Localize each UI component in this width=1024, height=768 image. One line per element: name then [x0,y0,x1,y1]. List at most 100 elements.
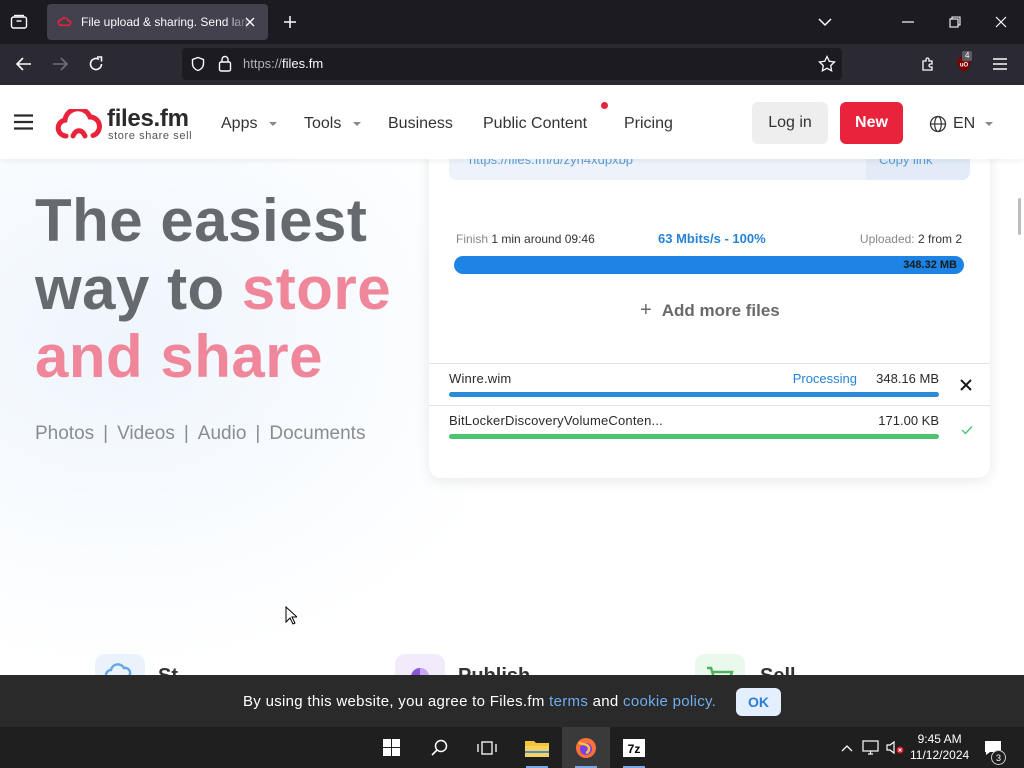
hero-line-2: way to store [35,255,392,322]
upload-card: https://files.fm/u/zyn4xdpxbp Copy link … [429,159,990,478]
reload-icon[interactable] [86,54,106,74]
notification-dot [601,102,608,109]
restore-icon[interactable] [945,12,965,32]
hero-line-3: and share [35,323,323,390]
sell-feature-icon [695,654,745,675]
files-fm-favicon-icon [57,17,72,27]
close-window-icon[interactable] [991,12,1011,32]
globe-icon [929,115,947,133]
search-icon[interactable] [424,727,454,768]
network-icon[interactable] [860,727,880,768]
site-menu-icon[interactable] [14,114,34,132]
cookie-ok-button[interactable]: OK [736,688,781,716]
address-bar[interactable]: https://files.fm [182,48,842,80]
finish-estimate: Finish 1 min around 09:46 [456,232,595,246]
language-label: EN [953,115,976,132]
category-photos[interactable]: Photos [35,423,94,444]
nav-business[interactable]: Business [388,115,453,133]
total-progress-bar: 348.32 MB [454,256,964,274]
cancel-file-icon[interactable] [959,378,973,392]
copy-link-button[interactable]: Copy link [866,159,970,180]
feature-publish-title: Publish [458,665,530,675]
add-more-files-button[interactable]: + Add more files [640,299,780,322]
new-tab-icon[interactable] [280,12,300,32]
svg-text:uO: uO [960,63,969,69]
volume-muted-icon[interactable] [884,727,906,768]
file-explorer-icon[interactable] [513,727,561,768]
firefox-taskbar-icon[interactable] [562,727,610,768]
feature-sell-title: Sell [760,665,796,675]
cookie-message: By using this website, you agree to File… [243,693,717,710]
cloud-logo-icon [55,109,102,139]
file-size: 171.00 KB [878,413,939,428]
hero-line-1: The easiest [35,187,368,254]
feature-store-title: St [158,665,178,675]
list-tabs-icon[interactable] [815,12,835,32]
hamburger-menu-icon[interactable] [990,54,1010,74]
login-button[interactable]: Log in [752,102,828,144]
page-content: The easiest way to store and share Photo… [0,159,1024,675]
browser-tab-bar: File upload & sharing. Send large files [0,0,1024,44]
nav-pricing[interactable]: Pricing [624,115,673,133]
show-hidden-icons-icon[interactable] [838,727,856,768]
cookie-consent-bar: By using this website, you agree to File… [0,675,1024,727]
start-menu-icon[interactable] [376,727,406,768]
new-button[interactable]: New [840,102,903,144]
chevron-down-icon [353,121,362,126]
divider [429,363,990,364]
file-size: 348.16 MB [876,371,939,386]
hero-heading: The easiest way to store and share [35,187,391,391]
browser-nav-bar: https://files.fm uO 4 [0,44,1024,85]
category-videos[interactable]: Videos [117,423,175,444]
chevron-down-icon [269,121,278,126]
category-documents[interactable]: Documents [269,423,365,444]
logo-wordmark: files.fm [107,105,189,132]
checkmark-icon [961,426,973,435]
back-icon[interactable] [14,54,34,74]
forward-icon[interactable] [50,54,70,74]
file-name: Winre.wim [449,371,512,386]
chevron-down-icon [985,122,994,126]
extensions-icon[interactable] [918,54,938,74]
category-audio[interactable]: Audio [198,423,247,444]
language-selector[interactable]: EN [929,115,994,133]
file-name: BitLockerDiscoveryVolumeConten... [449,413,663,428]
files-fm-logo[interactable]: files.fm store share sell [53,105,203,143]
bookmark-star-icon[interactable] [818,55,836,73]
scrollbar-thumb[interactable] [1018,198,1021,235]
browser-tab[interactable]: File upload & sharing. Send large files [47,4,268,40]
system-clock[interactable]: 9:45 AM 11/12/2024 [910,731,969,763]
share-link[interactable]: https://files.fm/u/zyn4xdpxbp [469,159,633,167]
url-text: https://files.fm [243,56,324,71]
7zip-taskbar-icon[interactable]: 7z [610,727,658,768]
file-row: BitLockerDiscoveryVolumeConten... 171.00… [449,413,939,443]
content-categories: Photos | Videos | Audio | Documents [35,423,366,444]
logo-tagline: store share sell [108,130,193,142]
lock-icon[interactable] [218,55,232,72]
file-progress-bar [449,392,939,397]
extension-badge: 4 [962,51,973,61]
publish-feature-icon [395,654,445,675]
cookie-policy-link[interactable]: cookie policy. [623,693,716,710]
clock-date: 11/12/2024 [910,748,970,762]
nav-apps[interactable]: Apps [221,115,278,133]
store-feature-icon [95,654,145,675]
task-view-icon[interactable] [472,727,502,768]
divider [429,405,990,406]
clock-time: 9:45 AM [917,732,962,746]
svg-text:7z: 7z [628,742,641,756]
file-status: Processing [792,371,857,386]
share-link-box: https://files.fm/u/zyn4xdpxbp Copy link [449,159,970,180]
terms-link[interactable]: terms [549,693,588,710]
tracking-protection-icon[interactable] [190,56,206,72]
uploaded-count: Uploaded: 2 from 2 [859,232,962,246]
notification-count-badge: 3 [991,750,1006,765]
minimize-icon[interactable] [898,12,918,32]
nav-tools[interactable]: Tools [304,115,362,133]
file-progress-bar [449,434,939,439]
file-row: Winre.wim Processing 348.16 MB [449,371,939,401]
nav-public-content[interactable]: Public Content [483,115,587,133]
upload-speed: 63 Mbits/s - 100% [658,231,766,246]
tab-overview-icon[interactable] [8,12,30,32]
close-tab-icon[interactable] [242,14,258,30]
